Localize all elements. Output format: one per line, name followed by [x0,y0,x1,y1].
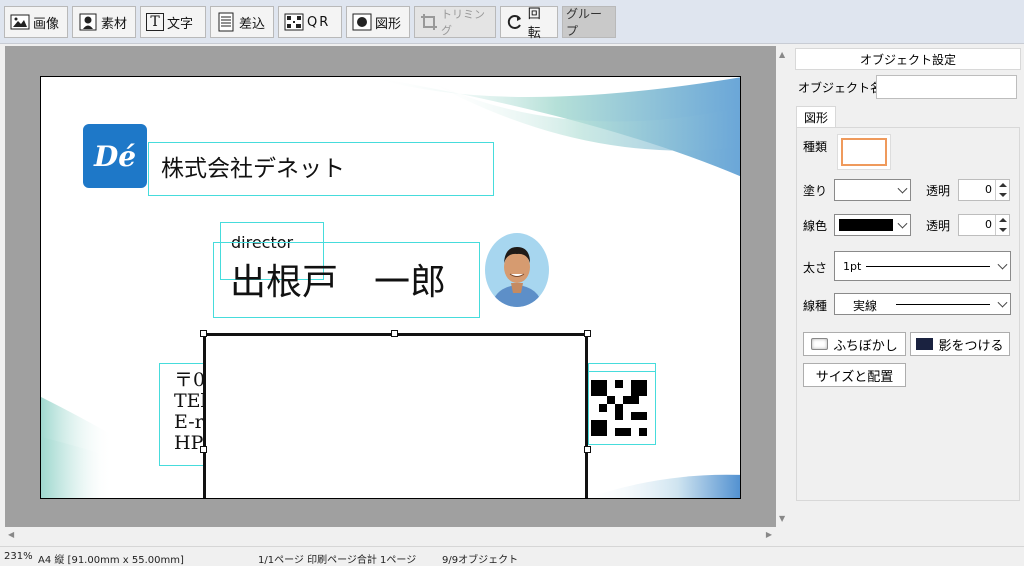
company-name: 株式会社デネット [161,156,345,182]
tab-shape[interactable]: 図形 [796,106,836,128]
qr-button[interactable]: QR [278,6,342,38]
address-lines: 〒0 TEl E-r HP [174,370,207,454]
line-preview [866,266,990,267]
profile-photo[interactable] [485,233,549,307]
page-count: 1/1ページ 印刷ページ合計 1ページ [258,555,417,566]
line-color-select[interactable] [834,214,911,236]
line-preview [896,304,990,305]
stepper-down-icon[interactable] [999,228,1007,232]
rotate-icon [506,12,525,32]
crop-icon [420,12,438,32]
stepper-down-icon[interactable] [999,193,1007,197]
shape-icon [352,12,372,32]
company-logo[interactable]: Dé [83,124,147,188]
vertical-scrollbar[interactable]: ▲ ▼ [776,46,791,527]
fill-opacity-stepper[interactable]: 0 [958,179,1010,201]
resize-handle[interactable] [200,330,207,337]
line-color-swatch [839,219,893,231]
status-bar: 231% A4 縦 [91.00mm x 55.00mm] 1/1ページ 印刷ペ… [0,546,1024,566]
stepper-up-icon[interactable] [999,183,1007,187]
person-name: 出根戸 一郎 [230,262,447,303]
group-button[interactable]: グループ [562,6,616,38]
blur-edge-button[interactable]: ふちぼかし [803,332,906,356]
fill-opacity-label: 透明 [926,184,951,198]
resize-handle[interactable] [584,446,591,453]
trim-button[interactable]: トリミング [414,6,496,38]
material-button[interactable]: 素材 [72,6,136,38]
material-icon [78,12,98,32]
blur-icon [811,338,829,350]
text-icon: T [146,13,164,31]
canvas-area[interactable]: Dé 株式会社デネット director 出根戸 一郎 〒0 TEl E-r H… [5,46,776,527]
selected-rectangle-shape[interactable] [203,333,588,498]
object-settings-panel: オブジェクト設定 オブジェクト名 図形 種類 塗り 透明 0 線色 透明 0 太… [793,46,1024,546]
line-opacity-label: 透明 [926,219,951,233]
text-button[interactable]: T 文字 [140,6,206,38]
shadow-icon [916,338,934,350]
resize-handle[interactable] [584,330,591,337]
chevron-down-icon [997,297,1008,308]
business-card[interactable]: Dé 株式会社デネット director 出根戸 一郎 〒0 TEl E-r H… [40,76,741,499]
chevron-down-icon [997,259,1008,270]
qr-code-box[interactable] [588,371,656,445]
company-name-box[interactable]: 株式会社デネット [148,142,494,196]
shape-button[interactable]: 図形 [346,6,410,38]
shape-kind-picker[interactable] [837,134,891,170]
scroll-down-icon[interactable]: ▼ [779,514,785,523]
address-line: TEl [174,390,207,412]
thickness-label: 太さ [803,261,828,275]
address-line: E-r [174,411,204,433]
image-icon [10,12,30,32]
object-name-input[interactable] [876,75,1017,99]
paper-size: A4 縦 [91.00mm x 55.00mm] [38,555,184,566]
line-opacity-stepper[interactable]: 0 [958,214,1010,236]
rectangle-icon [841,138,887,166]
fill-label: 塗り [803,184,828,198]
address-line: 〒0 [174,369,206,391]
resize-handle[interactable] [391,330,398,337]
merge-button[interactable]: 差込 [210,6,274,38]
person-name-box[interactable]: 出根戸 一郎 [213,242,480,318]
horizontal-scrollbar[interactable]: ◀ ▶ [5,527,776,542]
rotate-button[interactable]: 回転 [500,6,558,41]
chevron-down-icon [897,183,908,194]
add-shadow-button[interactable]: 影をつける [910,332,1010,356]
person-avatar-icon [491,247,543,307]
scroll-up-icon[interactable]: ▲ [779,50,785,59]
qr-code-icon [591,380,647,436]
thickness-select[interactable]: 1pt [834,251,1011,281]
scroll-right-icon[interactable]: ▶ [766,530,772,539]
toolbar: 画像 素材 T 文字 差込 QR 図形 トリミング 回転 グループ [0,0,1024,44]
zoom-level: 231% [4,551,33,562]
line-type-select[interactable]: 実線 [834,293,1011,315]
object-count: 9/9オブジェクト [442,555,519,566]
size-position-button[interactable]: サイズと配置 [803,363,906,387]
panel-header: オブジェクト設定 [795,48,1021,70]
resize-handle[interactable] [200,446,207,453]
kind-label: 種類 [803,140,828,154]
object-name-label: オブジェクト名 [798,81,883,95]
chevron-down-icon [897,218,908,229]
document-icon [216,12,236,32]
fill-color-select[interactable] [834,179,911,201]
qr-code-icon [284,12,304,32]
stepper-up-icon[interactable] [999,218,1007,222]
scroll-left-icon[interactable]: ◀ [8,530,14,539]
line-type-label: 線種 [803,299,828,313]
line-color-label: 線色 [803,219,828,233]
image-button[interactable]: 画像 [4,6,68,38]
